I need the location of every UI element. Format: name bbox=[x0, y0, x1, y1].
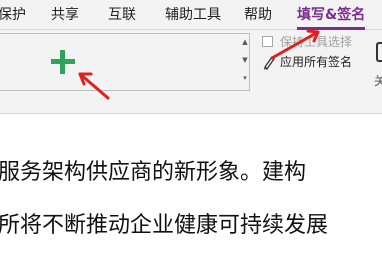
document-line-1: 服务架构供应商的新形象。建构 bbox=[0, 160, 307, 185]
tab-connect[interactable]: 互联 bbox=[108, 0, 136, 30]
keep-tool-selected-label: 保持工具选择 bbox=[280, 35, 353, 49]
gallery-scroll-up-button[interactable]: ▲ bbox=[240, 33, 250, 51]
close-icon bbox=[376, 42, 382, 62]
keep-tool-selected-checkbox[interactable] bbox=[262, 36, 273, 47]
tab-protect[interactable]: 保护 bbox=[0, 0, 26, 30]
document-page: 服务架构供应商的新形象。建构 所将不断推动企业健康可持续发展 bbox=[0, 114, 382, 253]
close-fill-sign-label: 关 bbox=[374, 74, 382, 88]
apply-all-signatures-option[interactable]: 应用所有签名 bbox=[262, 53, 372, 71]
gallery-scroll-down-button[interactable]: ▼ bbox=[240, 51, 250, 69]
keep-tool-selected-option[interactable]: 保持工具选择 bbox=[262, 33, 372, 51]
gallery-scroll: ▲ ▼ ▾ bbox=[240, 33, 250, 91]
tab-fill-and-sign[interactable]: 填写&签名 bbox=[297, 0, 366, 30]
tab-share[interactable]: 共享 bbox=[51, 0, 79, 30]
pen-icon bbox=[263, 55, 275, 70]
tab-accessibility-tools[interactable]: 辅助工具 bbox=[165, 0, 221, 30]
document-line-2: 所将不断推动企业健康可持续发展 bbox=[0, 213, 329, 238]
ribbon-tab-bar: 保护 共享 互联 辅助工具 帮助 填写&签名 bbox=[0, 0, 382, 30]
ribbon-panel: ▲ ▼ ▾ 保持工具选择 应用所有签名 关 bbox=[0, 30, 382, 114]
app-window: 保护 共享 互联 辅助工具 帮助 填写&签名 ▲ ▼ ▾ 保持工具选择 应用所有… bbox=[0, 0, 382, 253]
apply-all-signatures-label: 应用所有签名 bbox=[280, 55, 353, 69]
gallery-expand-button[interactable]: ▾ bbox=[240, 69, 250, 87]
plus-icon[interactable] bbox=[49, 48, 77, 76]
tab-help[interactable]: 帮助 bbox=[244, 0, 272, 30]
signature-gallery bbox=[0, 33, 250, 91]
close-fill-sign-button[interactable]: 关 bbox=[364, 36, 382, 90]
